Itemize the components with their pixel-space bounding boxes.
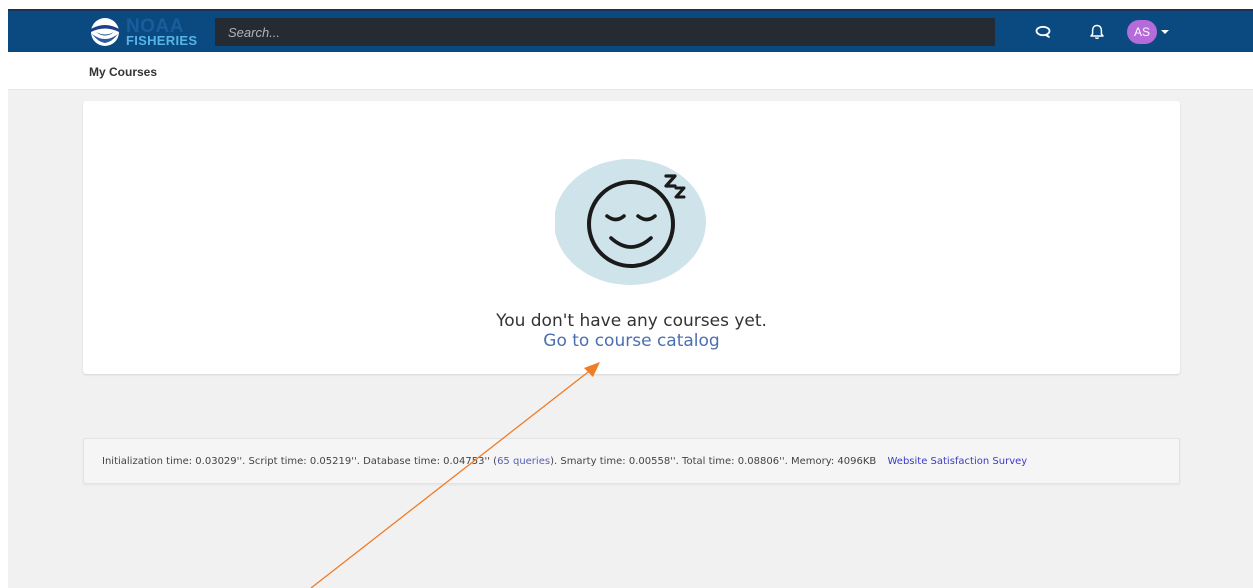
bell-icon[interactable] bbox=[1088, 23, 1106, 41]
smarty-time: Smarty time: 0.00558''. bbox=[560, 456, 679, 467]
debug-footer: Initialization time: 0.03029''. Script t… bbox=[83, 438, 1180, 484]
timing-info: Initialization time: 0.03029''. Script t… bbox=[102, 456, 1027, 467]
page-header: My Courses bbox=[8, 52, 1253, 90]
queries-link[interactable]: 65 queries bbox=[497, 456, 550, 467]
chevron-down-icon[interactable] bbox=[1161, 30, 1169, 34]
page-title: My Courses bbox=[89, 65, 158, 79]
logo-word-fisheries: FISHERIES bbox=[126, 33, 198, 48]
script-time: Script time: 0.05219''. bbox=[248, 456, 360, 467]
init-time: Initialization time: 0.03029''. bbox=[102, 456, 246, 467]
top-navigation-bar: NOAA FISHERIES AS bbox=[8, 9, 1253, 52]
chat-icon[interactable] bbox=[1034, 23, 1052, 41]
courses-card: You don't have any courses yet. Go to co… bbox=[83, 101, 1180, 374]
database-time: Database time: 0.04753'' bbox=[363, 456, 490, 467]
user-avatar[interactable]: AS bbox=[1127, 20, 1157, 44]
course-catalog-link[interactable]: Go to course catalog bbox=[83, 331, 1180, 351]
noaa-logo-icon bbox=[91, 18, 119, 46]
satisfaction-survey-link[interactable]: Website Satisfaction Survey bbox=[887, 456, 1027, 467]
memory-usage: Memory: 4096KB bbox=[790, 456, 877, 467]
sleeping-face-icon bbox=[555, 159, 706, 285]
queries-close-paren: ). bbox=[550, 456, 558, 467]
noaa-fisheries-logo[interactable]: NOAA FISHERIES bbox=[86, 16, 198, 48]
page-frame: NOAA FISHERIES AS My Courses You don't h… bbox=[8, 9, 1253, 588]
search-input[interactable] bbox=[215, 18, 995, 46]
total-time: Total time: 0.08806''. bbox=[682, 456, 788, 467]
empty-state-message: You don't have any courses yet. bbox=[496, 311, 767, 331]
